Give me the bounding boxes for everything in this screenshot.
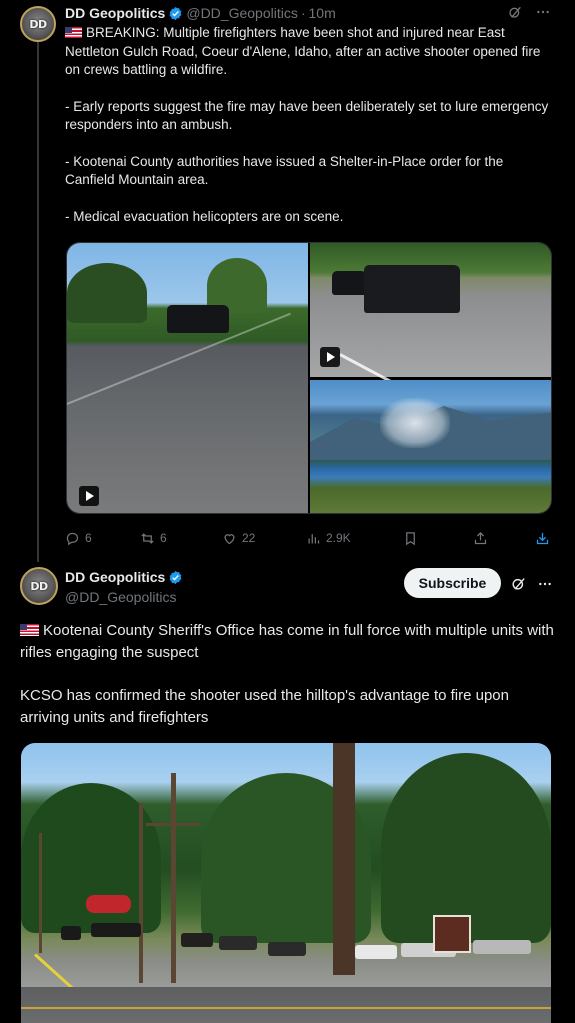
author-handle[interactable]: @DD_Geopolitics (186, 5, 297, 21)
tweet-paragraph: - Kootenai County authorities have issue… (65, 153, 504, 188)
repost-icon (141, 532, 154, 544)
views-icon (308, 533, 320, 543)
police-suv (364, 265, 460, 313)
pine-trunk (333, 743, 355, 975)
grok-icon[interactable] (507, 4, 523, 20)
road-centerline (21, 1007, 551, 1009)
play-icon[interactable] (79, 486, 99, 506)
header-icons (510, 575, 553, 592)
video-police-suv[interactable] (310, 243, 551, 446)
verified-badge-icon (169, 6, 182, 20)
play-icon[interactable] (320, 347, 340, 367)
action-bar: 6 6 22 2.9K (65, 528, 553, 548)
timestamp[interactable]: 10m (309, 5, 336, 21)
roadside-sign (433, 915, 471, 953)
vehicle (181, 933, 213, 947)
avatar-monogram: DD (29, 17, 47, 31)
utility-pole (39, 833, 42, 953)
author-name-row: DD Geopolitics (65, 569, 183, 585)
tweet-1[interactable]: DD DD Geopolitics @DD_Geopolitics · 10m … (0, 0, 575, 562)
fire-truck (86, 895, 131, 913)
author-name[interactable]: DD Geopolitics (65, 569, 165, 585)
vehicle (473, 940, 531, 954)
thread-connector (37, 40, 39, 562)
verified-badge-icon (169, 570, 182, 584)
share-icon (474, 531, 487, 544)
photo-wildfire-smoke[interactable] (310, 380, 551, 513)
like-button[interactable]: 22 (222, 531, 255, 546)
views-count: 2.9K (326, 531, 351, 545)
avatar[interactable]: DD (20, 567, 58, 605)
vehicle (219, 936, 257, 950)
vehicle (61, 926, 81, 940)
avatar[interactable]: DD (20, 6, 56, 42)
vehicle (91, 923, 141, 937)
tweet-paragraph: - Medical evacuation helicopters are on … (65, 208, 344, 224)
vehicle (268, 942, 306, 956)
bookmark-icon (406, 531, 415, 545)
repost-button[interactable]: 6 (140, 531, 167, 546)
more-icon[interactable] (537, 576, 553, 592)
reply-count: 6 (85, 531, 92, 545)
avatar-monogram: DD (30, 579, 48, 593)
smoke-plume (380, 398, 450, 448)
reply-icon (66, 532, 79, 545)
tweet-header: DD Geopolitics @DD_Geopolitics · 10m (65, 4, 565, 22)
tweet-text: Kootenai County Sheriff's Office has com… (20, 620, 560, 750)
tweet-paragraph: BREAKING: Multiple firefighters have bee… (65, 25, 541, 77)
car (332, 271, 367, 295)
video-road-scene[interactable] (67, 243, 308, 513)
repost-count: 6 (160, 531, 167, 545)
media-grid (66, 242, 552, 514)
us-flag-icon (20, 624, 39, 636)
road (21, 987, 551, 1023)
tweet-paragraph: - Early reports suggest the fire may hav… (65, 98, 549, 133)
like-icon (224, 533, 235, 544)
grok-icon[interactable] (510, 575, 527, 592)
us-flag-icon (65, 27, 82, 38)
photo-sheriff-units[interactable] (21, 743, 551, 1023)
tweet-text: BREAKING: Multiple firefighters have bee… (65, 24, 555, 244)
utility-pole (139, 803, 143, 983)
separator-dot: · (300, 5, 306, 21)
more-icon[interactable] (535, 4, 551, 20)
utility-crossarm (146, 823, 201, 826)
car (167, 305, 229, 333)
reply-button[interactable]: 6 (65, 531, 92, 546)
subscribe-button[interactable]: Subscribe (404, 568, 501, 598)
vehicle (355, 945, 397, 959)
download-icon (536, 532, 549, 544)
author-name[interactable]: DD Geopolitics (65, 5, 165, 21)
utility-pole (171, 773, 176, 983)
author-handle[interactable]: @DD_Geopolitics (65, 589, 176, 605)
share-button[interactable] (473, 531, 488, 546)
like-count: 22 (242, 531, 256, 545)
download-button[interactable] (535, 531, 550, 546)
views-button[interactable]: 2.9K (306, 531, 351, 546)
tree-cluster (67, 263, 147, 323)
tweet-paragraph: Kootenai County Sheriff's Office has com… (20, 622, 554, 661)
bookmark-button[interactable] (403, 531, 418, 546)
tweet-paragraph: KCSO has confirmed the shooter used the … (20, 687, 509, 726)
